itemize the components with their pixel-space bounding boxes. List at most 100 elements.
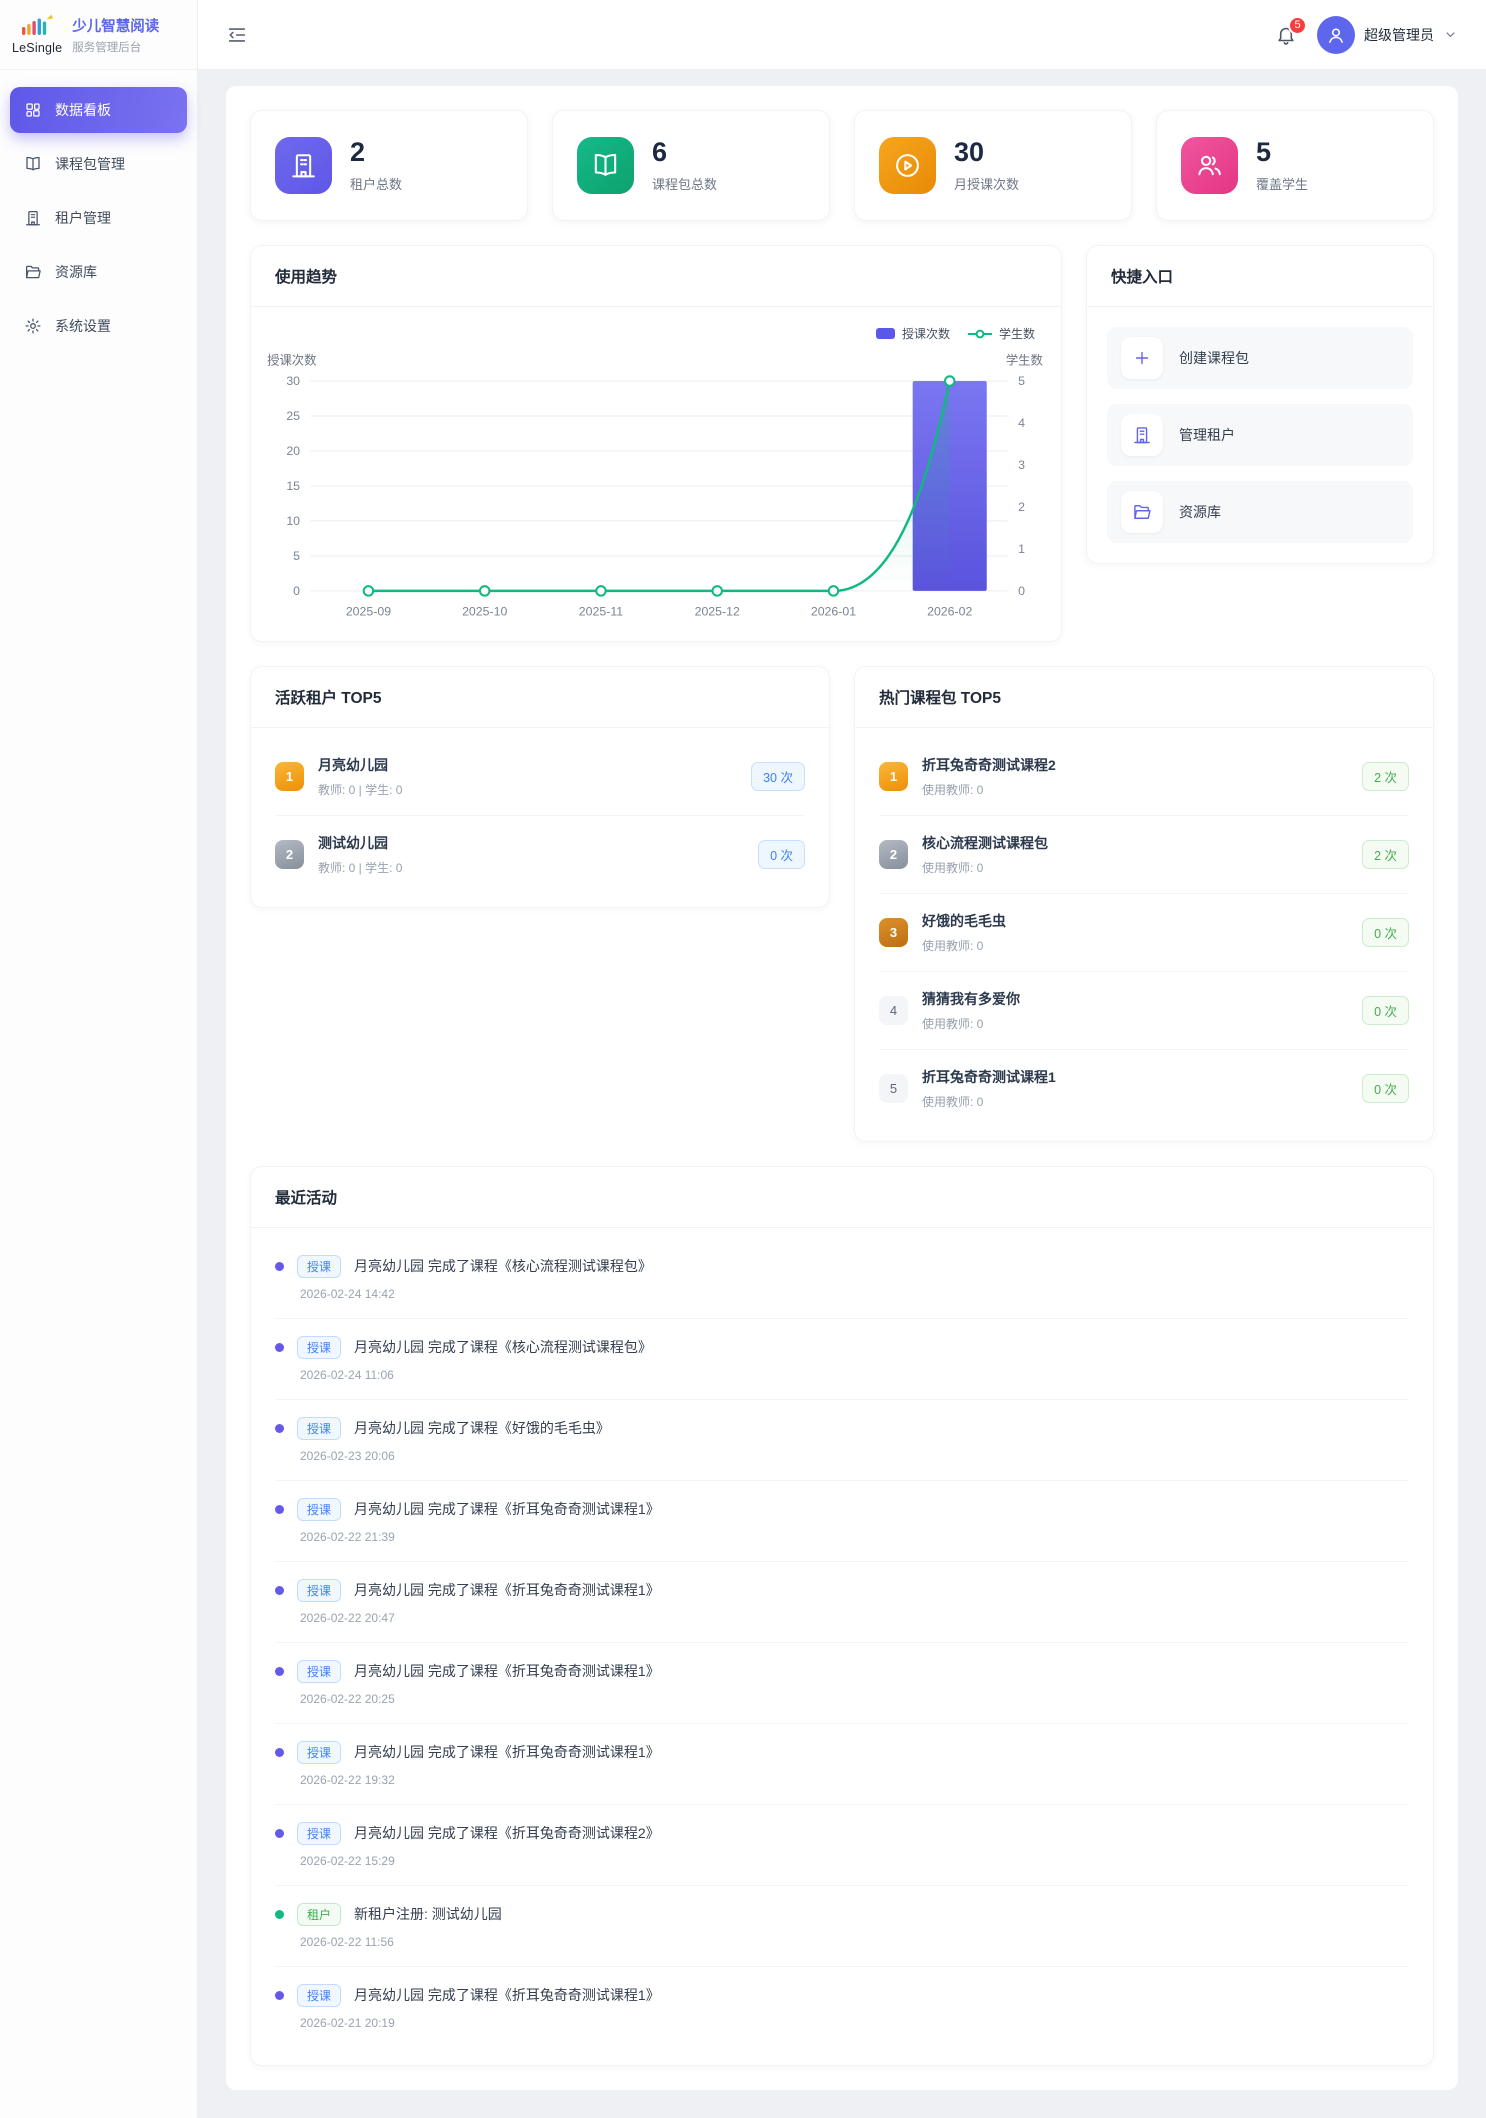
activity-tag: 授课: [297, 1498, 341, 1521]
open-book-icon: [577, 137, 634, 194]
sidebar: LeSingle 少儿智慧阅读 服务管理后台 数据看板 课程包管理 租户管理 资…: [0, 0, 198, 2118]
legend-bar-swatch: [876, 328, 895, 339]
list-item[interactable]: 4 猜猜我有多爱你 使用教师: 0 0 次: [879, 972, 1409, 1050]
quick-entry-label: 资源库: [1179, 502, 1221, 522]
chart-legend: 授课次数 学生数: [251, 307, 1061, 342]
sidebar-item[interactable]: 资源库: [10, 249, 187, 295]
activity-tag: 授课: [297, 1741, 341, 1764]
svg-text:0: 0: [293, 584, 300, 598]
open-book-icon: [24, 155, 42, 173]
activity-item: 授课 月亮幼儿园 完成了课程《折耳兔奇奇测试课程1》 2026-02-21 20…: [275, 1967, 1409, 2047]
stat-value: 5: [1256, 139, 1308, 166]
sidebar-item[interactable]: 数据看板: [10, 87, 187, 133]
sidebar-item[interactable]: 系统设置: [10, 303, 187, 349]
plus-icon: [1121, 337, 1163, 379]
activity-time: 2026-02-22 21:39: [300, 1530, 1409, 1544]
svg-text:2025-12: 2025-12: [695, 605, 740, 619]
activity-item: 授课 月亮幼儿园 完成了课程《折耳兔奇奇测试课程2》 2026-02-22 15…: [275, 1805, 1409, 1886]
svg-text:2026-02: 2026-02: [927, 605, 972, 619]
activity-text: 新租户注册: 测试幼儿园: [354, 1904, 502, 1924]
folder-icon: [1121, 491, 1163, 533]
svg-text:学生数: 学生数: [1006, 353, 1043, 368]
svg-text:2025-10: 2025-10: [462, 605, 507, 619]
count-badge: 0 次: [1362, 918, 1409, 947]
count-badge: 0 次: [1362, 1074, 1409, 1103]
activity-text: 月亮幼儿园 完成了课程《折耳兔奇奇测试课程1》: [354, 1499, 660, 1519]
notifications-button[interactable]: 5: [1275, 24, 1297, 46]
activity-text: 月亮幼儿园 完成了课程《折耳兔奇奇测试课程1》: [354, 1985, 660, 2005]
activity-time: 2026-02-22 20:25: [300, 1692, 1409, 1706]
usage-trend-title: 使用趋势: [251, 246, 1061, 307]
quick-entry-item[interactable]: 管理租户: [1107, 404, 1413, 466]
sidebar-item-label: 系统设置: [55, 316, 111, 336]
count-badge: 2 次: [1362, 840, 1409, 869]
list-item[interactable]: 5 折耳兔奇奇测试课程1 使用教师: 0 0 次: [879, 1050, 1409, 1127]
activity-time: 2026-02-24 14:42: [300, 1287, 1409, 1301]
quick-entry-item[interactable]: 资源库: [1107, 481, 1413, 543]
item-meta: 使用教师: 0: [922, 859, 1348, 876]
list-item[interactable]: 2 核心流程测试课程包 使用教师: 0 2 次: [879, 816, 1409, 894]
activity-dot: [275, 1910, 284, 1919]
activity-dot: [275, 1424, 284, 1433]
svg-text:0: 0: [1018, 584, 1025, 598]
activity-text: 月亮幼儿园 完成了课程《折耳兔奇奇测试课程1》: [354, 1742, 660, 1762]
rank-badge: 1: [275, 762, 304, 791]
svg-text:5: 5: [1018, 374, 1025, 388]
activity-text: 月亮幼儿园 完成了课程《核心流程测试课程包》: [354, 1337, 652, 1357]
svg-text:2025-11: 2025-11: [579, 605, 623, 619]
activity-time: 2026-02-22 19:32: [300, 1773, 1409, 1787]
quick-entry-item[interactable]: 创建课程包: [1107, 327, 1413, 389]
activity-item: 授课 月亮幼儿园 完成了课程《折耳兔奇奇测试课程1》 2026-02-22 19…: [275, 1724, 1409, 1805]
user-menu[interactable]: 超级管理员: [1317, 16, 1458, 54]
svg-text:10: 10: [286, 514, 300, 528]
item-meta: 使用教师: 0: [922, 781, 1348, 798]
activity-dot: [275, 1991, 284, 2000]
activity-dot: [275, 1343, 284, 1352]
item-meta: 使用教师: 0: [922, 1093, 1348, 1110]
stat-card: 5 覆盖学生: [1156, 110, 1434, 221]
recent-activity-title: 最近活动: [251, 1167, 1433, 1228]
activity-dot: [275, 1586, 284, 1595]
quick-entry-card: 快捷入口 创建课程包 管理租户 资源库: [1086, 245, 1434, 564]
activity-item: 授课 月亮幼儿园 完成了课程《好饿的毛毛虫》 2026-02-23 20:06: [275, 1400, 1409, 1481]
activity-time: 2026-02-21 20:19: [300, 2016, 1409, 2030]
sidebar-item-label: 租户管理: [55, 208, 111, 228]
legend-item[interactable]: 授课次数: [876, 325, 950, 342]
svg-text:25: 25: [286, 409, 300, 423]
quick-entry-label: 创建课程包: [1179, 348, 1249, 368]
svg-text:30: 30: [286, 374, 300, 388]
usage-trend-chart: 051015202530012345授课次数学生数2025-092025-102…: [251, 342, 1061, 641]
item-name: 核心流程测试课程包: [922, 833, 1348, 853]
collapse-sidebar-icon[interactable]: [226, 24, 248, 46]
legend-item[interactable]: 学生数: [968, 325, 1035, 342]
stat-value: 6: [652, 139, 717, 166]
item-name: 月亮幼儿园: [318, 755, 737, 775]
item-name: 折耳兔奇奇测试课程1: [922, 1067, 1348, 1087]
activity-time: 2026-02-22 11:56: [300, 1935, 1409, 1949]
list-item[interactable]: 3 好饿的毛毛虫 使用教师: 0 0 次: [879, 894, 1409, 972]
building-icon: [1121, 414, 1163, 456]
activity-text: 月亮幼儿园 完成了课程《核心流程测试课程包》: [354, 1256, 652, 1276]
svg-text:1: 1: [1018, 542, 1025, 556]
activity-tag: 租户: [297, 1903, 341, 1926]
svg-text:5: 5: [293, 549, 300, 563]
bell-icon: [1275, 33, 1297, 50]
svg-text:4: 4: [1018, 416, 1025, 430]
activity-time: 2026-02-24 11:06: [300, 1368, 1409, 1382]
sidebar-item[interactable]: 课程包管理: [10, 141, 187, 187]
trend-row: 使用趋势 授课次数学生数 051015202530012345授课次数学生数20…: [250, 245, 1434, 642]
sidebar-item[interactable]: 租户管理: [10, 195, 187, 241]
list-item[interactable]: 1 月亮幼儿园 教师: 0 | 学生: 0 30 次: [275, 738, 805, 816]
list-item[interactable]: 2 测试幼儿园 教师: 0 | 学生: 0 0 次: [275, 816, 805, 893]
recent-activity-list: 授课 月亮幼儿园 完成了课程《核心流程测试课程包》 2026-02-24 14:…: [251, 1228, 1433, 2065]
main-column: 5 超级管理员 2 租户总数 6 课程包总数 30 月授课次数: [198, 0, 1486, 2118]
activity-text: 月亮幼儿园 完成了课程《折耳兔奇奇测试课程1》: [354, 1661, 660, 1681]
stat-label: 月授课次数: [954, 174, 1019, 193]
item-meta: 教师: 0 | 学生: 0: [318, 859, 744, 876]
sidebar-item-label: 资源库: [55, 262, 97, 282]
list-item[interactable]: 1 折耳兔奇奇测试课程2 使用教师: 0 2 次: [879, 738, 1409, 816]
count-badge: 0 次: [1362, 996, 1409, 1025]
svg-text:2026-01: 2026-01: [811, 605, 856, 619]
avatar: [1317, 16, 1355, 54]
activity-text: 月亮幼儿园 完成了课程《好饿的毛毛虫》: [354, 1418, 610, 1438]
